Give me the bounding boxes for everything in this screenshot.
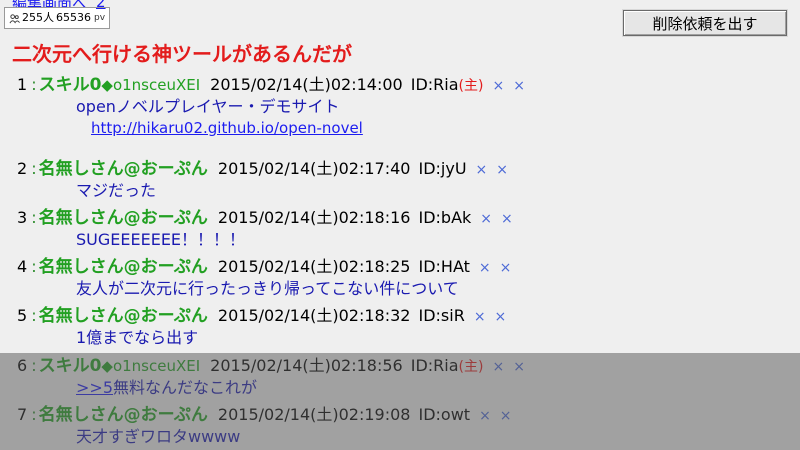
post-body: SUGEEEEEEE！！！！: [76, 230, 246, 249]
delete-icon[interactable]: ×: [479, 260, 491, 276]
poster-name: スキル0: [38, 75, 102, 95]
poster-name: スキル0: [38, 356, 102, 376]
user-count: 255人: [22, 11, 54, 24]
poster-id: ID:Ria: [410, 75, 459, 94]
post-header: 7: 名無しさん@おーぷん 2015/02/14(土)02:19:08 ID:owt ×…: [17, 405, 512, 425]
post-date: 2015/02/14(土)02:18:56: [210, 356, 403, 375]
post-body: マジだった: [76, 181, 157, 200]
delete-icon[interactable]: ×: [476, 162, 488, 178]
post-header: 1: スキル0◆o1nsceuXEI 2015/02/14(土)02:14:00 ID…: [17, 75, 525, 95]
post-header: 5: 名無しさん@おーぷん 2015/02/14(土)02:18:32 ID:siR ×…: [17, 306, 507, 326]
view-count: 65536: [56, 11, 91, 24]
delete-icon[interactable]: ×: [479, 408, 491, 424]
poster-id: ID:Ria: [410, 356, 459, 375]
delete-icon[interactable]: ×: [501, 211, 513, 227]
post-number[interactable]: 1: [17, 75, 27, 94]
owner-badge: (主): [458, 359, 484, 375]
post-header: 4: 名無しさん@おーぷん 2015/02/14(土)02:18:25 ID:HAt ×…: [17, 257, 512, 277]
poster-id: ID:bAk: [418, 208, 472, 227]
thread-title: 二次元へ行ける神ツールがあるんだが: [12, 42, 352, 66]
view-counter: 255人 65536 pv: [4, 7, 111, 29]
poster-name: 名無しさん@おーぷん: [38, 306, 208, 326]
delete-icon[interactable]: ×: [480, 211, 492, 227]
poster-id: ID:owt: [418, 405, 471, 424]
post-date: 2015/02/14(土)02:18:25: [217, 257, 411, 276]
post-body: 友人が二次元に行ったっきり帰ってこない件について: [76, 279, 459, 298]
post-body: openノベルプレイヤー・デモサイト: [76, 97, 340, 116]
poster-trip: ◆o1nsceuXEI: [101, 76, 201, 94]
delete-icon[interactable]: ×: [474, 309, 486, 325]
delete-icon[interactable]: ×: [513, 78, 525, 94]
delete-icon[interactable]: ×: [500, 260, 512, 276]
users-icon: [9, 13, 20, 23]
poster-name: 名無しさん@おーぷん: [38, 159, 208, 179]
post-number[interactable]: 4: [17, 257, 27, 276]
poster-id: ID:siR: [418, 306, 465, 325]
poster-name: 名無しさん@おーぷん: [38, 405, 208, 425]
post-link[interactable]: http://hikaru02.github.io/open-novel: [91, 118, 363, 138]
delete-icon[interactable]: ×: [496, 162, 508, 178]
poster-id: ID:jyU: [418, 159, 467, 178]
post-body: 天才すぎワロタwwww: [76, 427, 241, 446]
view-unit: pv: [94, 13, 106, 23]
owner-badge: (主): [458, 78, 484, 94]
post-date: 2015/02/14(土)02:18:32: [217, 306, 411, 325]
post-number[interactable]: 2: [17, 159, 27, 178]
post-body: 1億までなら出す: [76, 328, 199, 347]
delete-icon[interactable]: ×: [500, 408, 512, 424]
poster-name: 名無しさん@おーぷん: [38, 257, 208, 277]
delete-icon[interactable]: ×: [492, 359, 504, 375]
post-header: 6: スキル0◆o1nsceuXEI 2015/02/14(土)02:18:56 ID…: [17, 356, 525, 376]
page-link[interactable]: 2: [96, 0, 106, 11]
poster-name: 名無しさん@おーぷん: [38, 208, 208, 228]
post-number[interactable]: 3: [17, 208, 27, 227]
delete-request-button[interactable]: 削除依頼を出す: [623, 10, 787, 36]
post-body: >>5無料なんだなこれが: [76, 377, 257, 399]
delete-icon[interactable]: ×: [513, 359, 525, 375]
poster-trip: ◆o1nsceuXEI: [101, 357, 201, 375]
delete-icon[interactable]: ×: [495, 309, 507, 325]
post-date: 2015/02/14(土)02:19:08: [217, 405, 411, 424]
post-number[interactable]: 7: [17, 405, 27, 424]
post-number[interactable]: 5: [17, 306, 27, 325]
reply-anchor-link[interactable]: >>5: [76, 378, 113, 397]
poster-id: ID:HAt: [418, 257, 470, 276]
post-number[interactable]: 6: [17, 356, 27, 375]
post-body-text: 無料なんだなこれが: [113, 378, 258, 397]
post-date: 2015/02/14(土)02:18:16: [217, 208, 411, 227]
post-date: 2015/02/14(土)02:14:00: [210, 75, 403, 94]
delete-icon[interactable]: ×: [492, 78, 504, 94]
post-header: 3: 名無しさん@おーぷん 2015/02/14(土)02:18:16 ID:bAk ×…: [17, 208, 513, 228]
post-header: 2: 名無しさん@おーぷん 2015/02/14(土)02:17:40 ID:jyU ×…: [17, 159, 509, 179]
post-date: 2015/02/14(土)02:17:40: [217, 159, 411, 178]
